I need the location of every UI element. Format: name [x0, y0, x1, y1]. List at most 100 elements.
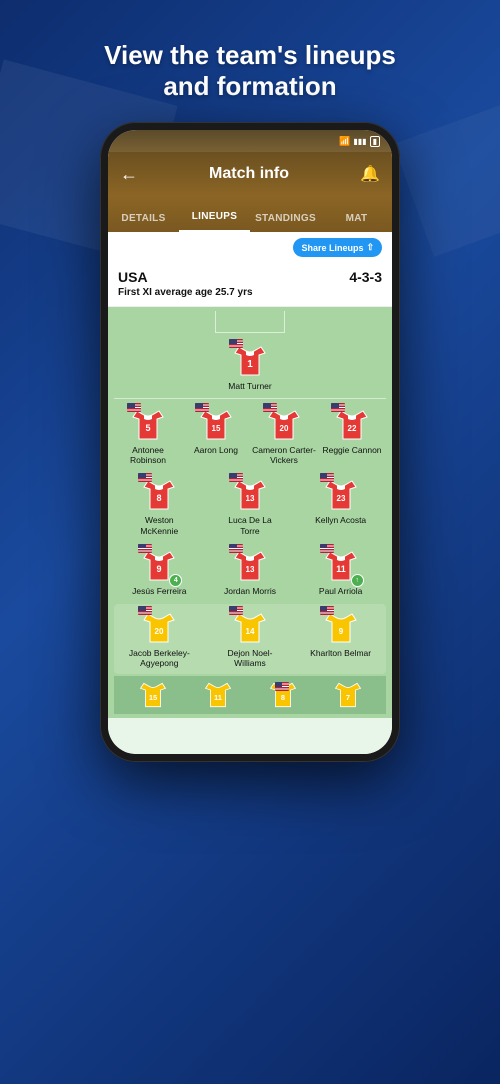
bench-item-3: 8 [267, 680, 299, 710]
player-mckennie: 8 Weston McKennie [127, 477, 192, 535]
player-name-ferreira: Jesús Ferreira [132, 586, 186, 596]
flag-morris [229, 544, 243, 553]
bench-item-2: 11 [202, 680, 234, 710]
svg-text:1: 1 [247, 359, 253, 370]
avg-age-value: 25.7 yrs [215, 287, 252, 298]
goalkeeper-row: 1 Matt Turner [114, 335, 386, 395]
tab-details[interactable]: DETAILS [108, 213, 179, 232]
svg-text:11: 11 [336, 564, 346, 574]
phone-screen: 📶 ▮▮▮ ▮ ← Match info 🔔 DETAILS LINEUPS S… [108, 130, 392, 754]
avg-age-label: First XI average age [118, 287, 213, 298]
player-robinson: 5 Antonee Robinson [116, 407, 181, 465]
avg-age-row: First XI average age 25.7 yrs [118, 287, 382, 298]
back-button[interactable]: ← [120, 164, 138, 185]
svg-text:23: 23 [336, 494, 345, 503]
bench-jersey-2: 11 [202, 680, 234, 710]
player-acosta: 23 Kellyn Acosta [308, 477, 373, 525]
forwards-row: 9 4 Jesús Ferreira [114, 542, 386, 602]
formation: 4-3-3 [349, 269, 382, 285]
screen-title: Match info [146, 165, 352, 183]
wifi-icon: 📶 [339, 136, 350, 147]
flag-cannon [331, 403, 345, 412]
jersey-svg-acosta: 23 [322, 477, 360, 513]
tab-lineups[interactable]: LINEUPS [179, 211, 250, 232]
player-carter-vickers: 20 Cameron Carter-Vickers [252, 407, 317, 465]
player-name-mckennie: Weston McKennie [127, 515, 192, 535]
svg-text:22: 22 [348, 424, 357, 433]
jersey-svg-belmar: 9 [322, 610, 360, 646]
sub-noel-williams: 14 Dejon Noel-Williams [217, 610, 282, 668]
player-name-noel: Dejon Noel-Williams [217, 648, 282, 668]
jersey-svg-mckennie: 8 [140, 477, 178, 513]
sub-number-arriola: ↑ [355, 577, 359, 584]
jersey-svg-delatorre: 13 [231, 477, 269, 513]
svg-text:5: 5 [145, 423, 150, 433]
jersey-svg-noel: 14 [231, 610, 269, 646]
flag-robinson [127, 403, 141, 412]
svg-text:15: 15 [148, 693, 156, 702]
jersey-svg-morris: 13 [231, 548, 269, 584]
player-name-cv: Cameron Carter-Vickers [252, 445, 317, 465]
notification-bell-icon[interactable]: 🔔 [360, 164, 380, 184]
midfielders-row: 8 Weston McKennie [114, 471, 386, 541]
player-name-acosta: Kellyn Acosta [315, 515, 366, 525]
svg-text:8: 8 [280, 693, 284, 702]
flag-ferreira [138, 544, 152, 553]
top-bar: ← Match info 🔔 [108, 152, 392, 196]
team-header: USA 4-3-3 First XI average age 25.7 yrs [108, 263, 392, 307]
tab-bar: DETAILS LINEUPS STANDINGS MAT [108, 196, 392, 232]
hero-line1: View the team's lineups [30, 40, 470, 71]
jersey-svg-cannon: 22 [333, 407, 371, 443]
midfield-line-top [114, 398, 386, 400]
bench-jersey-1: 15 [137, 680, 169, 710]
jersey-svg-berkeley: 20 [140, 610, 178, 646]
flag-acosta [320, 473, 334, 482]
share-lineups-button[interactable]: Share Lineups ⇧ [293, 238, 382, 257]
phone-device: 📶 ▮▮▮ ▮ ← Match info 🔔 DETAILS LINEUPS S… [100, 122, 400, 762]
content-area: Share Lineups ⇧ USA 4-3-3 First XI avera… [108, 232, 392, 754]
hero-text: View the team's lineups and formation [0, 0, 500, 122]
jersey-svg: 1 [231, 343, 269, 379]
player-long: 15 Aaron Long [184, 407, 249, 455]
player-name-long: Aaron Long [194, 445, 238, 455]
tab-match[interactable]: MAT [321, 213, 392, 232]
team-name: USA [118, 269, 148, 285]
sub-belmar: 9 Kharlton Belmar [308, 610, 373, 658]
jersey-svg-cv: 20 [265, 407, 303, 443]
bench-item-1: 15 [137, 680, 169, 710]
player-matt-turner: 1 Matt Turner [218, 343, 283, 391]
svg-text:11: 11 [214, 693, 222, 702]
player-cannon: 22 Reggie Cannon [320, 407, 385, 455]
player-name-cannon: Reggie Cannon [322, 445, 381, 455]
subs-row: 20 Jacob Berkeley-Agyepong [114, 604, 386, 674]
flag-bench3 [275, 682, 289, 691]
sub-on-indicator-arriola: ↑ [351, 574, 364, 587]
flag-noel [229, 606, 243, 615]
flag-cv [263, 403, 277, 412]
svg-text:13: 13 [246, 494, 255, 503]
battery-icon: ▮ [370, 136, 380, 147]
player-ferreira: 9 4 Jesús Ferreira [127, 548, 192, 596]
share-icon: ⇧ [366, 242, 374, 253]
hero-line2: and formation [30, 71, 470, 102]
player-name-berkeley: Jacob Berkeley-Agyepong [127, 648, 192, 668]
flag-arriola [320, 544, 334, 553]
goal-area [215, 311, 285, 333]
svg-text:20: 20 [155, 627, 164, 636]
flag-mckennie [138, 473, 152, 482]
share-bar: Share Lineups ⇧ [108, 232, 392, 263]
svg-text:8: 8 [157, 493, 162, 503]
svg-text:7: 7 [345, 693, 349, 702]
tab-standings[interactable]: STANDINGS [250, 213, 321, 232]
svg-text:9: 9 [157, 564, 162, 574]
player-name-belmar: Kharlton Belmar [310, 648, 371, 658]
bench-row: 15 11 8 [114, 676, 386, 714]
player-name: Matt Turner [228, 381, 271, 391]
player-arriola: 11 ↑ Paul Arriola [308, 548, 373, 596]
jersey-svg-long: 15 [197, 407, 235, 443]
bench-item-4: 7 [332, 680, 364, 710]
sub-berkeley: 20 Jacob Berkeley-Agyepong [127, 610, 192, 668]
football-pitch: 1 Matt Turner [108, 307, 392, 718]
flag-usa [229, 339, 243, 348]
player-name-delatorre: Luca De La Torre [217, 515, 282, 535]
